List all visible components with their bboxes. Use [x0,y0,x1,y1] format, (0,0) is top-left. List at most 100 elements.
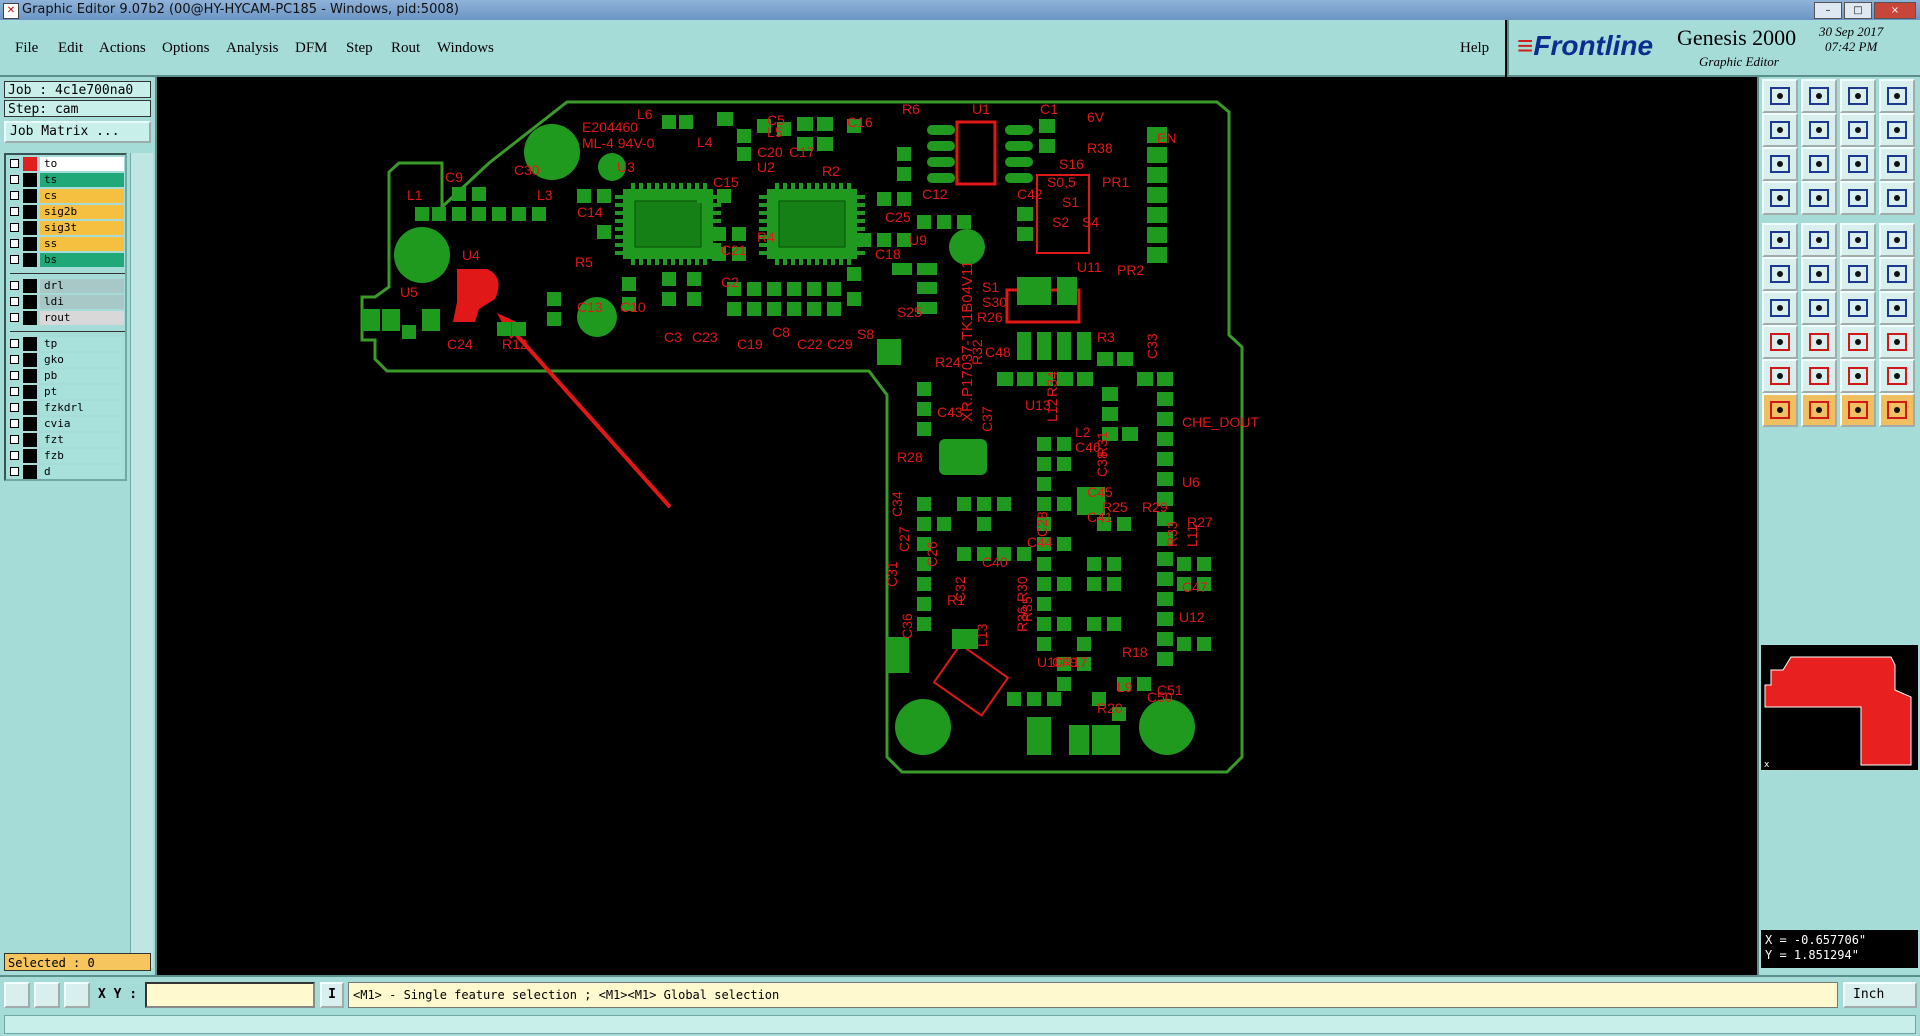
layer-checkbox[interactable] [10,159,19,168]
smd-pad[interactable] [767,282,781,296]
layer-stack-tool-button[interactable] [1840,181,1876,215]
smd-pad[interactable] [1157,452,1173,466]
close-button[interactable]: × [1874,2,1916,19]
smd-pad[interactable] [1157,432,1173,446]
smd-pad[interactable] [717,112,733,126]
layer-row-drl[interactable]: drl [8,279,126,293]
connect-tool-button[interactable] [1762,257,1798,291]
smd-pad[interactable] [1157,612,1173,626]
layer-row-d[interactable]: d [8,465,126,479]
smd-pad[interactable] [1039,139,1055,153]
connector-tool-button[interactable] [1879,291,1915,325]
smd-pad[interactable] [917,263,937,275]
smd-pad[interactable] [747,302,761,316]
smd-pad[interactable] [1037,577,1051,591]
menu-edit[interactable]: Edit [58,40,83,57]
smd-pad[interactable] [1102,407,1118,421]
smd-pad[interactable] [937,517,951,531]
zoom-out-right-tool-button[interactable] [1801,113,1837,147]
layer-checkbox[interactable] [10,339,19,348]
smd-pad[interactable] [512,322,526,336]
smd-pad[interactable] [827,302,841,316]
grid-tool-button[interactable] [64,982,90,1008]
snap-tool-2-button[interactable] [34,982,60,1008]
select-edit-tool-button[interactable] [1879,393,1915,427]
add-pad-tool-button[interactable] [1762,223,1798,257]
smd-pad[interactable] [1117,352,1133,366]
smd-pad[interactable] [1057,577,1071,591]
menu-options[interactable]: Options [162,40,210,57]
graphic-canvas[interactable]: E204460 ML-4 94V-0 XR.P17037-TK1B04V11 L6 R6… [157,77,1757,975]
layer-row-tp[interactable]: tp [8,337,126,351]
pcb-drawing[interactable]: E204460ML-4 94V-0XR.P17037-TK1B04V11L6 R6… [157,77,1757,975]
smd-pad[interactable] [547,292,561,306]
smd-pad[interactable] [1197,557,1211,571]
layer-panel-scrollbar[interactable] [130,153,153,968]
menu-step[interactable]: Step [346,40,373,57]
curve-tool-button[interactable] [1840,257,1876,291]
layer-checkbox[interactable] [10,435,19,444]
layer-row-sig2b[interactable]: sig2b [8,205,126,219]
menu-file[interactable]: File [15,40,38,57]
smd-pad[interactable] [847,292,861,306]
smd-pad[interactable] [1107,617,1121,631]
zoom-in-left-tool-button[interactable] [1762,113,1798,147]
smd-pad[interactable] [897,147,911,161]
smd-pad[interactable] [362,309,380,331]
layer-checkbox[interactable] [10,207,19,216]
smd-pad[interactable] [472,207,486,221]
smd-pad[interactable] [1157,412,1173,426]
layer-checkbox[interactable] [10,175,19,184]
select-arrow-tool-button[interactable] [1762,393,1798,427]
smd-pad[interactable] [697,189,711,203]
smd-pad[interactable] [1057,617,1071,631]
smd-pad[interactable] [1092,725,1120,755]
smd-pad[interactable] [1057,277,1077,305]
select-move-tool-button[interactable] [1801,393,1837,427]
smd-pad[interactable] [577,189,591,203]
arc-tool-button[interactable] [1879,257,1915,291]
smd-pad[interactable] [1147,147,1167,163]
layer-row-pb[interactable]: pb [8,369,126,383]
smd-pad[interactable] [1137,372,1153,386]
smd-pad[interactable] [532,207,546,221]
smd-pad[interactable] [597,189,611,203]
layer-row-rout[interactable]: rout [8,311,126,325]
pan-view-tool-button[interactable] [1762,147,1798,181]
smd-pad[interactable] [917,282,937,294]
smd-pad[interactable] [807,302,821,316]
smd-pad[interactable] [1157,652,1173,666]
smd-pad[interactable] [1037,277,1051,305]
select-rotate-tool-button[interactable] [1840,393,1876,427]
smd-pad[interactable] [622,277,636,291]
layer-row-ts[interactable]: ts [8,173,126,187]
layer-row-to[interactable]: to [8,157,126,171]
smd-pad[interactable] [817,137,833,151]
layer-stack-2-tool-button[interactable] [1879,181,1915,215]
smd-pad[interactable] [957,547,971,561]
layer-checkbox[interactable] [10,281,19,290]
units-dropdown[interactable]: Inch [1843,982,1917,1008]
smd-pad[interactable] [977,517,991,531]
smd-pad[interactable] [1157,572,1173,586]
smd-pad[interactable] [1069,725,1089,755]
smd-pad[interactable] [1107,557,1121,571]
smd-pad[interactable] [1039,119,1055,133]
smd-pad[interactable] [1147,167,1167,183]
add-shape-tool-button[interactable] [1801,223,1837,257]
minimize-button[interactable]: – [1814,2,1842,19]
menu-dfm[interactable]: DFM [295,40,328,57]
smd-pad[interactable] [1017,332,1031,360]
smd-pad[interactable] [917,517,931,531]
smd-pad[interactable] [1147,207,1167,223]
smd-pad[interactable] [1097,352,1113,366]
job-matrix-button[interactable]: Job Matrix ... [4,121,151,143]
smd-pad[interactable] [1087,617,1101,631]
line-tool-tool-button[interactable] [1762,291,1798,325]
zoom-back-tool-button[interactable] [1879,113,1915,147]
add-line-tool-button[interactable] [1840,223,1876,257]
smd-pad[interactable] [787,282,801,296]
maximize-button[interactable]: □ [1844,2,1872,19]
smd-pad[interactable] [1037,617,1051,631]
smd-pad[interactable] [1177,637,1191,651]
